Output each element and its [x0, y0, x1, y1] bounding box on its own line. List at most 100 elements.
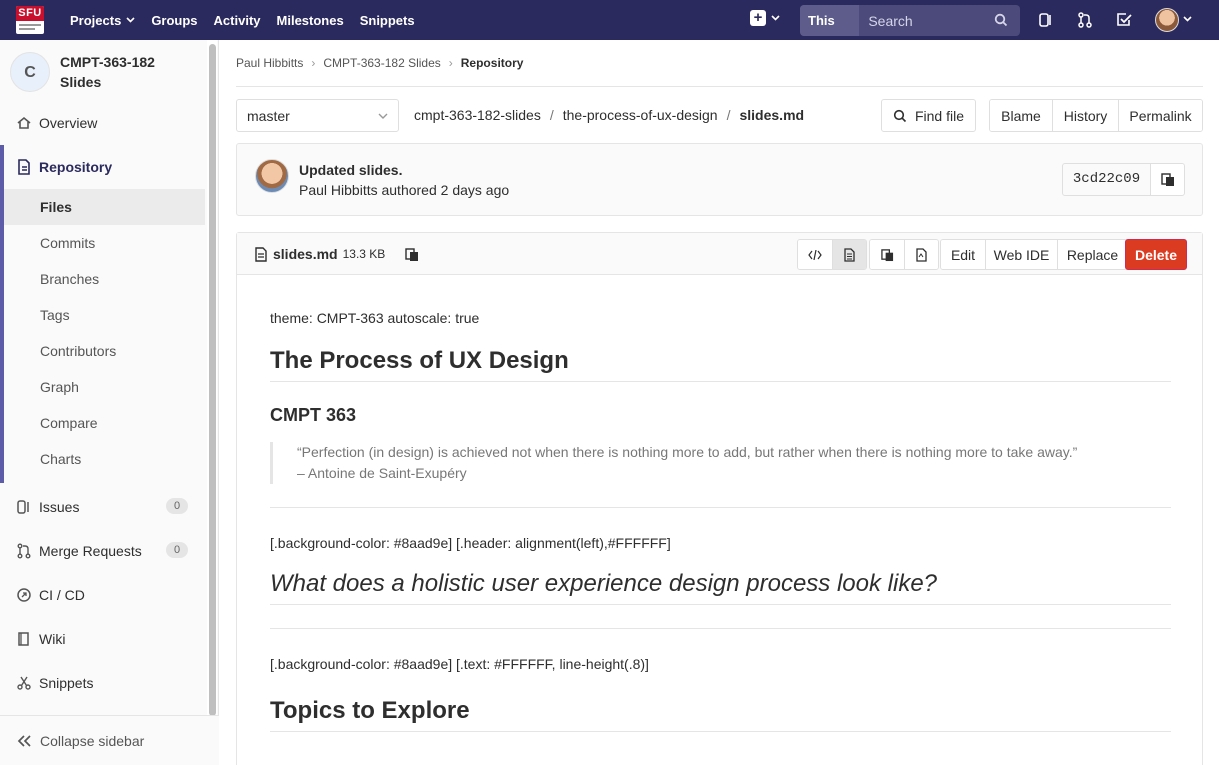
markdown-paragraph: [.background-color: #8aad9e] [.header: a… — [270, 535, 671, 551]
project-header[interactable]: C CMPT-363-182 Slides — [10, 52, 190, 92]
file-title: slides.md 13.3 KB — [255, 246, 419, 262]
breadcrumb: Paul Hibbitts › CMPT-363-182 Slides › Re… — [236, 56, 523, 70]
sidebar-item-repository[interactable]: Repository — [0, 149, 205, 185]
issues-icon[interactable] — [1037, 11, 1055, 29]
breadcrumb-separator: › — [448, 56, 453, 70]
clipboard-icon[interactable] — [405, 247, 419, 262]
sidebar-item-files[interactable]: Files — [4, 189, 205, 225]
commit-time: 2 days ago — [440, 182, 510, 198]
file-viewer: slides.md 13.3 KB Edit Web IDE Replace D… — [236, 232, 1203, 765]
file-size: 13.3 KB — [342, 247, 386, 261]
edit-button[interactable]: Edit — [941, 240, 985, 269]
quote-attribution: – Antoine de Saint-Exupéry — [297, 465, 467, 481]
rendered-markdown: theme: CMPT-363 autoscale: true The Proc… — [270, 310, 1171, 732]
sidebar-item-cicd[interactable]: CI / CD — [0, 577, 205, 613]
markdown-paragraph: [.background-color: #8aad9e] [.text: #FF… — [270, 656, 649, 672]
sidebar-item-charts[interactable]: Charts — [4, 441, 205, 477]
sidebar-scrollbar[interactable] — [209, 44, 216, 716]
home-icon — [16, 115, 32, 131]
nav-groups[interactable]: Groups — [143, 13, 205, 28]
double-chevron-left-icon — [17, 734, 31, 747]
file-actions-group — [869, 239, 939, 270]
sidebar-item-graph[interactable]: Graph — [4, 369, 205, 405]
sidebar-item-overview[interactable]: Overview — [0, 105, 205, 141]
replace-button[interactable]: Replace — [1057, 240, 1127, 269]
breadcrumb-current[interactable]: Repository — [461, 56, 524, 70]
plus-icon: + — [750, 10, 766, 26]
viewer-toggle-group — [797, 239, 867, 270]
chevron-down-icon[interactable] — [1183, 16, 1192, 22]
path-segment-repo[interactable]: cmpt-363-182-slides — [414, 107, 541, 123]
sidebar-item-contributors[interactable]: Contributors — [4, 333, 205, 369]
todo-check-icon[interactable] — [1115, 11, 1133, 29]
document-icon — [16, 159, 32, 175]
breadcrumb-project[interactable]: CMPT-363-182 Slides — [323, 56, 440, 70]
nav-activity[interactable]: Activity — [206, 13, 269, 28]
search-box: This project — [800, 5, 1020, 36]
issues-icon — [16, 499, 32, 515]
commit-sha[interactable]: 3cd22c09 — [1062, 163, 1151, 196]
markdown-paragraph: theme: CMPT-363 autoscale: true — [270, 310, 480, 326]
path-segment-file[interactable]: slides.md — [739, 107, 804, 123]
display-source-button[interactable] — [798, 240, 832, 269]
merge-request-icon[interactable] — [1076, 11, 1094, 29]
web-ide-button[interactable]: Web IDE — [985, 240, 1057, 269]
book-icon — [16, 631, 32, 647]
sidebar-item-commits[interactable]: Commits — [4, 225, 205, 261]
code-icon — [808, 249, 822, 260]
path-segment-folder[interactable]: the-process-of-ux-design — [563, 107, 718, 123]
file-icon — [255, 246, 267, 262]
commit-author-avatar[interactable] — [255, 159, 289, 193]
clipboard-icon — [1160, 173, 1174, 186]
chevron-down-icon — [126, 17, 135, 23]
copy-sha-button[interactable] — [1150, 163, 1185, 196]
history-button[interactable]: History — [1052, 100, 1118, 131]
issues-count-badge: 0 — [166, 498, 188, 514]
sidebar-item-tags[interactable]: Tags — [4, 297, 205, 333]
raw-file-icon — [916, 247, 927, 262]
nav-milestones[interactable]: Milestones — [269, 13, 352, 28]
nav-projects[interactable]: Projects — [62, 13, 143, 28]
find-file-button[interactable]: Find file — [881, 99, 976, 132]
breadcrumb-divider — [236, 86, 1203, 87]
sidebar-item-snippets[interactable]: Snippets — [0, 665, 205, 701]
project-avatar: C — [10, 52, 50, 92]
markdown-heading-1: The Process of UX Design — [270, 347, 1171, 382]
path-separator: / — [726, 107, 731, 123]
blame-button[interactable]: Blame — [990, 100, 1052, 131]
sidebar-item-compare[interactable]: Compare — [4, 405, 205, 441]
markdown-heading-2: CMPT 363 — [270, 405, 357, 425]
collapse-sidebar-button[interactable]: Collapse sidebar — [0, 715, 219, 765]
merge-requests-count-badge: 0 — [166, 542, 188, 558]
search-scope-badge[interactable]: This project — [800, 5, 860, 36]
display-rendered-button[interactable] — [832, 240, 866, 269]
breadcrumb-owner[interactable]: Paul Hibbitts — [236, 56, 303, 70]
commit-title[interactable]: Updated slides. — [299, 162, 402, 178]
delete-button[interactable]: Delete — [1125, 239, 1187, 270]
chevron-down-icon — [378, 113, 388, 119]
branch-selector[interactable]: master — [236, 99, 399, 132]
file-history-button-group: Blame History Permalink — [989, 99, 1203, 132]
file-path: cmpt-363-182-slides / the-process-of-ux-… — [414, 107, 804, 123]
markdown-hr — [270, 507, 1171, 508]
open-raw-button[interactable] — [904, 240, 938, 269]
sfu-logo[interactable]: SFU — [16, 6, 44, 34]
sidebar-item-wiki[interactable]: Wiki — [0, 621, 205, 657]
logo-text: SFU — [16, 6, 44, 21]
sidebar-item-branches[interactable]: Branches — [4, 261, 205, 297]
new-dropdown-button[interactable]: + — [750, 10, 780, 26]
permalink-button[interactable]: Permalink — [1118, 100, 1202, 131]
top-navbar: SFU Projects Groups Activity Milestones … — [0, 0, 1219, 40]
last-commit: Updated slides. Paul Hibbitts authored 2… — [236, 143, 1203, 216]
branch-name: master — [247, 107, 290, 124]
copy-contents-button[interactable] — [870, 240, 904, 269]
rocket-icon — [16, 587, 32, 603]
nav-snippets[interactable]: Snippets — [352, 13, 423, 28]
markdown-hr — [270, 628, 1171, 629]
markdown-heading-1: Topics to Explore — [270, 697, 1171, 732]
markdown-heading-1: What does a holistic user experience des… — [270, 570, 1171, 605]
search-icon — [893, 109, 907, 122]
merge-request-icon — [16, 543, 32, 559]
user-avatar[interactable] — [1155, 8, 1179, 32]
commit-author[interactable]: Paul Hibbitts — [299, 182, 378, 198]
